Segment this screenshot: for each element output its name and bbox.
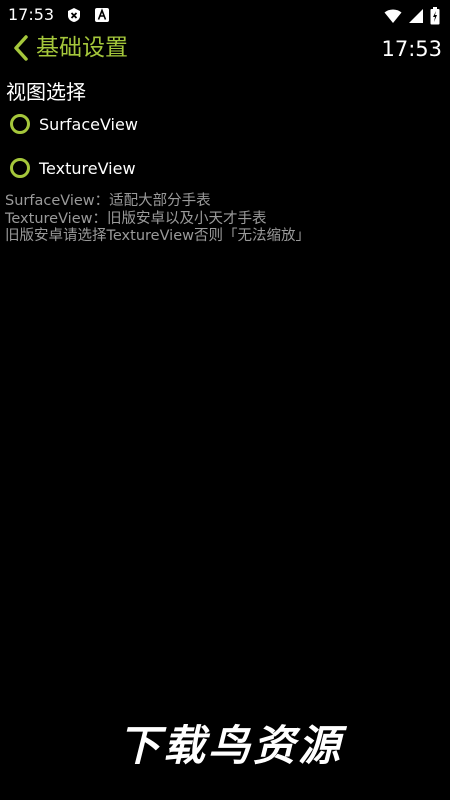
option-label: TextureView [39, 158, 136, 178]
radio-button-icon[interactable] [10, 158, 30, 178]
description-line: TextureView：旧版安卓以及小天才手表 [5, 210, 267, 227]
chevron-left-icon [12, 34, 30, 62]
a-notification-icon [94, 7, 110, 23]
signal-icon [408, 8, 424, 24]
watermark: 下载鸟资源 [118, 721, 344, 770]
page-title: 基础设置 [36, 35, 128, 61]
description-line: 旧版安卓请选择TextureView否则「无法缩放」 [5, 228, 310, 244]
radio-button-icon[interactable] [10, 114, 30, 134]
option-label: SurfaceView [39, 114, 138, 134]
x-notification-icon [66, 7, 82, 23]
status-right-icons [384, 7, 440, 25]
title-bar: 基础设置 17:53 [0, 32, 450, 66]
header-clock: 17:53 [381, 37, 442, 61]
wifi-icon [384, 8, 402, 24]
option-textureview[interactable]: TextureView [10, 158, 136, 178]
section-title: 视图选择 [6, 80, 86, 104]
status-time: 17:53 [8, 5, 55, 24]
description-text: SurfaceView：适配大部分手表 TextureView：旧版安卓以及小天… [5, 193, 310, 246]
battery-icon [430, 7, 440, 25]
back-button[interactable]: 基础设置 [12, 34, 128, 62]
description-line: SurfaceView：适配大部分手表 [5, 193, 211, 209]
status-bar: 17:53 [0, 0, 450, 32]
option-surfaceview[interactable]: SurfaceView [10, 114, 138, 134]
